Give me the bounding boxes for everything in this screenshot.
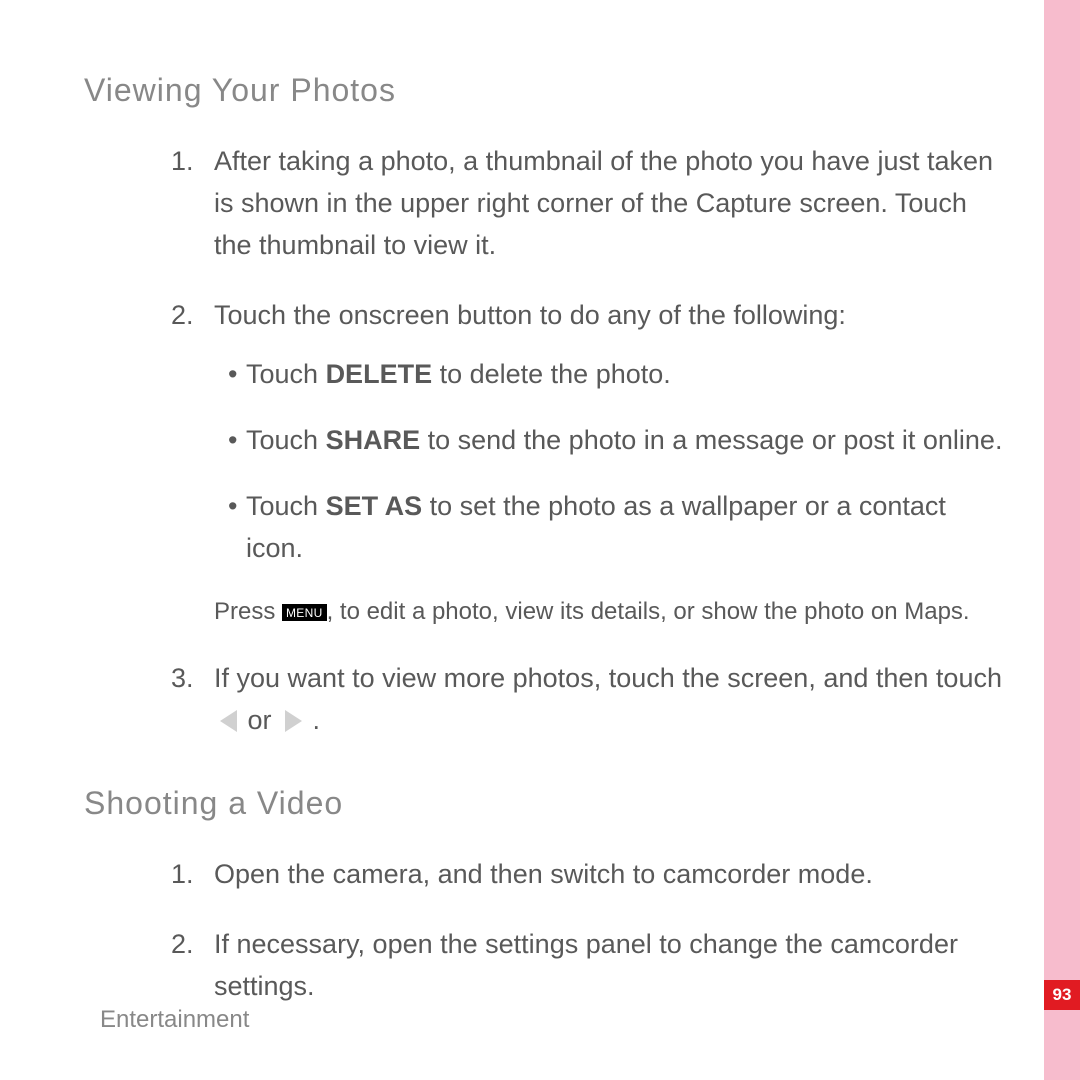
section-heading-shooting-video: Shooting a Video: [84, 785, 1004, 822]
list-item: 2. Touch the onscreen button to do any o…: [214, 295, 1004, 630]
section-heading-viewing-photos: Viewing Your Photos: [84, 72, 1004, 109]
list-item: 1. Open the camera, and then switch to c…: [214, 854, 1004, 896]
list-number: 2.: [171, 295, 194, 337]
side-stripe: [1044, 0, 1080, 1080]
bullet-post: to send the photo in a message or post i…: [420, 425, 1002, 455]
list-number: 1.: [171, 141, 194, 183]
bullet-item: Touch SET AS to set the photo as a wallp…: [228, 486, 1004, 570]
bullet-list: Touch DELETE to delete the photo. Touch …: [214, 354, 1004, 569]
bullet-pre: Touch: [246, 359, 326, 389]
ordered-list-viewing: 1. After taking a photo, a thumbnail of …: [84, 141, 1004, 741]
list-number: 3.: [171, 658, 194, 700]
press-post: , to edit a photo, view its details, or …: [327, 598, 970, 625]
list-text-mid: or: [240, 705, 279, 735]
bullet-item: Touch SHARE to send the photo in a messa…: [228, 420, 1004, 462]
list-text: Touch the onscreen button to do any of t…: [214, 300, 846, 330]
bullet-bold: DELETE: [326, 359, 433, 389]
bullet-post: to delete the photo.: [432, 359, 671, 389]
ordered-list-shooting: 1. Open the camera, and then switch to c…: [84, 854, 1004, 1008]
menu-key-icon: MENU: [282, 604, 327, 621]
press-pre: Press: [214, 598, 282, 625]
list-item: 3. If you want to view more photos, touc…: [214, 658, 1004, 742]
triangle-left-icon: [220, 710, 237, 732]
bullet-item: Touch DELETE to delete the photo.: [228, 354, 1004, 396]
list-text: If necessary, open the settings panel to…: [214, 929, 958, 1001]
press-menu-line: Press MENU, to edit a photo, view its de…: [214, 594, 1004, 630]
bullet-bold: SHARE: [326, 425, 421, 455]
list-text-post: .: [305, 705, 320, 735]
page-number: 93: [1044, 980, 1080, 1010]
bullet-pre: Touch: [246, 491, 326, 521]
list-number: 2.: [171, 924, 194, 966]
bullet-pre: Touch: [246, 425, 326, 455]
triangle-right-icon: [285, 710, 302, 732]
list-text-pre: If you want to view more photos, touch t…: [214, 663, 1002, 693]
list-item: 1. After taking a photo, a thumbnail of …: [214, 141, 1004, 267]
list-item: 2. If necessary, open the settings panel…: [214, 924, 1004, 1008]
footer-section-label: Entertainment: [100, 1006, 249, 1034]
list-number: 1.: [171, 854, 194, 896]
list-text: Open the camera, and then switch to camc…: [214, 859, 873, 889]
bullet-bold: SET AS: [326, 491, 423, 521]
list-text: After taking a photo, a thumbnail of the…: [214, 146, 993, 260]
page-content: Viewing Your Photos 1. After taking a ph…: [84, 72, 1004, 1052]
